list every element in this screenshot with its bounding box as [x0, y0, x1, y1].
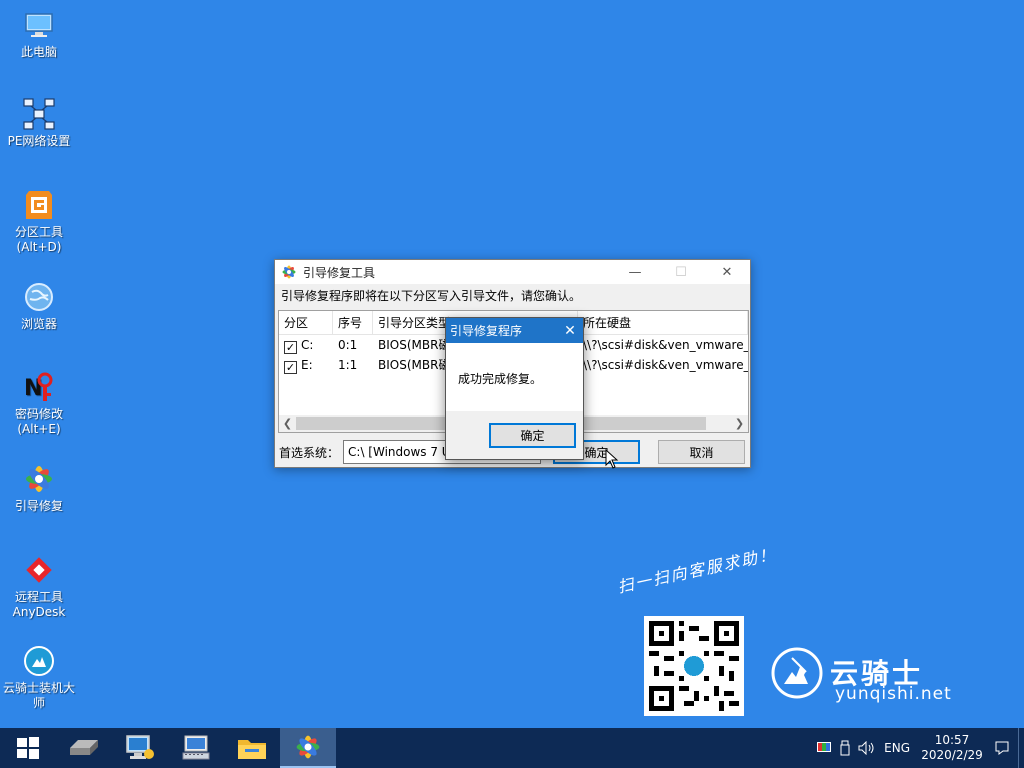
desktop-icon-pe-network[interactable]: PE网络设置 — [0, 97, 78, 149]
scroll-right-icon[interactable]: ❯ — [731, 417, 748, 430]
scroll-left-icon[interactable]: ❮ — [279, 417, 296, 430]
computer-icon — [22, 8, 56, 42]
boot-repair-icon — [22, 462, 56, 496]
language-indicator[interactable]: ENG — [884, 741, 910, 755]
anydesk-icon — [22, 553, 56, 587]
desktop-icon-boot-repair[interactable]: 引导修复 — [0, 462, 78, 514]
boot-repair-icon — [296, 735, 320, 759]
desktop-icon-this-pc[interactable]: 此电脑 — [0, 8, 78, 60]
browser-icon — [22, 280, 56, 314]
network-icon — [22, 97, 56, 131]
password-icon: N — [22, 370, 56, 404]
taskbar-disk-tool[interactable] — [56, 728, 112, 768]
taskbar-computer-manager[interactable] — [112, 728, 168, 768]
dialog-title-bar[interactable]: 引导修复程序 ✕ — [446, 318, 583, 343]
desktop-icon-anydesk[interactable]: 远程工具 AnyDesk — [0, 553, 78, 620]
desktop-icon-label: 浏览器 — [20, 317, 57, 331]
window-title-bar[interactable]: 引导修复工具 — ☐ ✕ — [275, 260, 750, 284]
qr-code — [644, 616, 744, 716]
partition-tool-icon — [22, 188, 56, 222]
yunqishi-logo-icon — [771, 647, 823, 699]
column-header-partition[interactable]: 分区 — [279, 311, 333, 334]
cell-disk: \\?\scsi#disk&ven_vmware_& — [583, 338, 748, 352]
window-title: 引导修复工具 — [303, 265, 376, 280]
hard-drive-icon — [70, 740, 98, 755]
row-checkbox[interactable]: ✓ — [284, 341, 297, 354]
dialog-ok-button[interactable]: 确定 — [489, 423, 576, 448]
device-manager-icon — [182, 735, 210, 760]
start-button[interactable] — [0, 728, 56, 768]
boot-repair-icon — [282, 265, 296, 279]
computer-management-icon — [126, 735, 154, 759]
system-tray: ENG 10:57 2020/2/29 — [812, 728, 1024, 768]
desktop-icon-label: 云骑士装机大师 — [2, 681, 75, 710]
desktop-icon-label: PE网络设置 — [7, 134, 71, 148]
dialog-message: 成功完成修复。 — [446, 343, 583, 411]
cell-index: 1:1 — [338, 358, 358, 372]
cell-index: 0:1 — [338, 338, 358, 352]
taskbar-clock[interactable]: 10:57 2020/2/29 — [914, 733, 990, 763]
yunqishi-icon — [22, 644, 56, 678]
desktop-icon-partition-tool[interactable]: 分区工具 (Alt+D) — [0, 188, 78, 255]
column-header-index[interactable]: 序号 — [333, 311, 373, 334]
scan-help-text: 扫一扫向客服求助！ — [615, 544, 779, 597]
cell-disk: \\?\scsi#disk&ven_vmware_& — [583, 358, 748, 372]
show-desktop-button[interactable] — [1018, 728, 1024, 768]
desktop-icon-label: 分区工具 (Alt+D) — [14, 225, 63, 254]
mouse-cursor-icon — [605, 449, 619, 469]
clock-date: 2020/2/29 — [921, 748, 983, 762]
folder-icon — [238, 740, 266, 759]
minimize-icon[interactable]: — — [612, 260, 658, 284]
desktop-icon-yunqishi[interactable]: 云骑士装机大师 — [0, 644, 78, 711]
speaker-icon[interactable] — [858, 741, 876, 755]
preferred-system-label: 首选系统： — [279, 445, 340, 460]
desktop-icon-label: 引导修复 — [14, 499, 63, 513]
desktop-icon-label: 此电脑 — [20, 45, 57, 59]
message-dialog: 引导修复程序 ✕ 成功完成修复。 确定 — [445, 317, 584, 460]
desktop-icon-label: 远程工具 AnyDesk — [12, 590, 66, 619]
taskbar-boot-repair[interactable] — [280, 728, 336, 768]
maximize-icon: ☐ — [675, 264, 687, 280]
taskbar-file-explorer[interactable] — [224, 728, 280, 768]
dialog-title: 引导修复程序 — [450, 324, 523, 338]
usb-icon[interactable] — [840, 740, 850, 756]
desktop-icon-password-change[interactable]: N 密码修改 (Alt+E) — [0, 370, 78, 437]
desktop-icon-browser[interactable]: 浏览器 — [0, 280, 78, 332]
brand-url: yunqishi.net — [835, 684, 952, 704]
window-description: 引导修复程序即将在以下分区写入引导文件，请您确认。 — [275, 284, 750, 308]
clock-time: 10:57 — [934, 733, 970, 747]
taskbar: ENG 10:57 2020/2/29 — [0, 728, 1024, 768]
notification-icon[interactable] — [994, 740, 1010, 756]
cancel-button[interactable]: 取消 — [658, 440, 746, 464]
taskbar-device-manager[interactable] — [168, 728, 224, 768]
cell-partition: C: — [301, 338, 314, 352]
row-checkbox[interactable]: ✓ — [284, 361, 297, 374]
close-icon[interactable]: ✕ — [704, 260, 750, 284]
cell-partition: E: — [301, 358, 313, 372]
desktop-icon-label: 密码修改 (Alt+E) — [14, 407, 63, 436]
windows-logo-icon — [17, 737, 39, 759]
column-header-disk[interactable]: 所在硬盘 — [578, 311, 748, 334]
close-icon[interactable]: ✕ — [557, 323, 583, 339]
display-icon[interactable] — [816, 741, 832, 755]
